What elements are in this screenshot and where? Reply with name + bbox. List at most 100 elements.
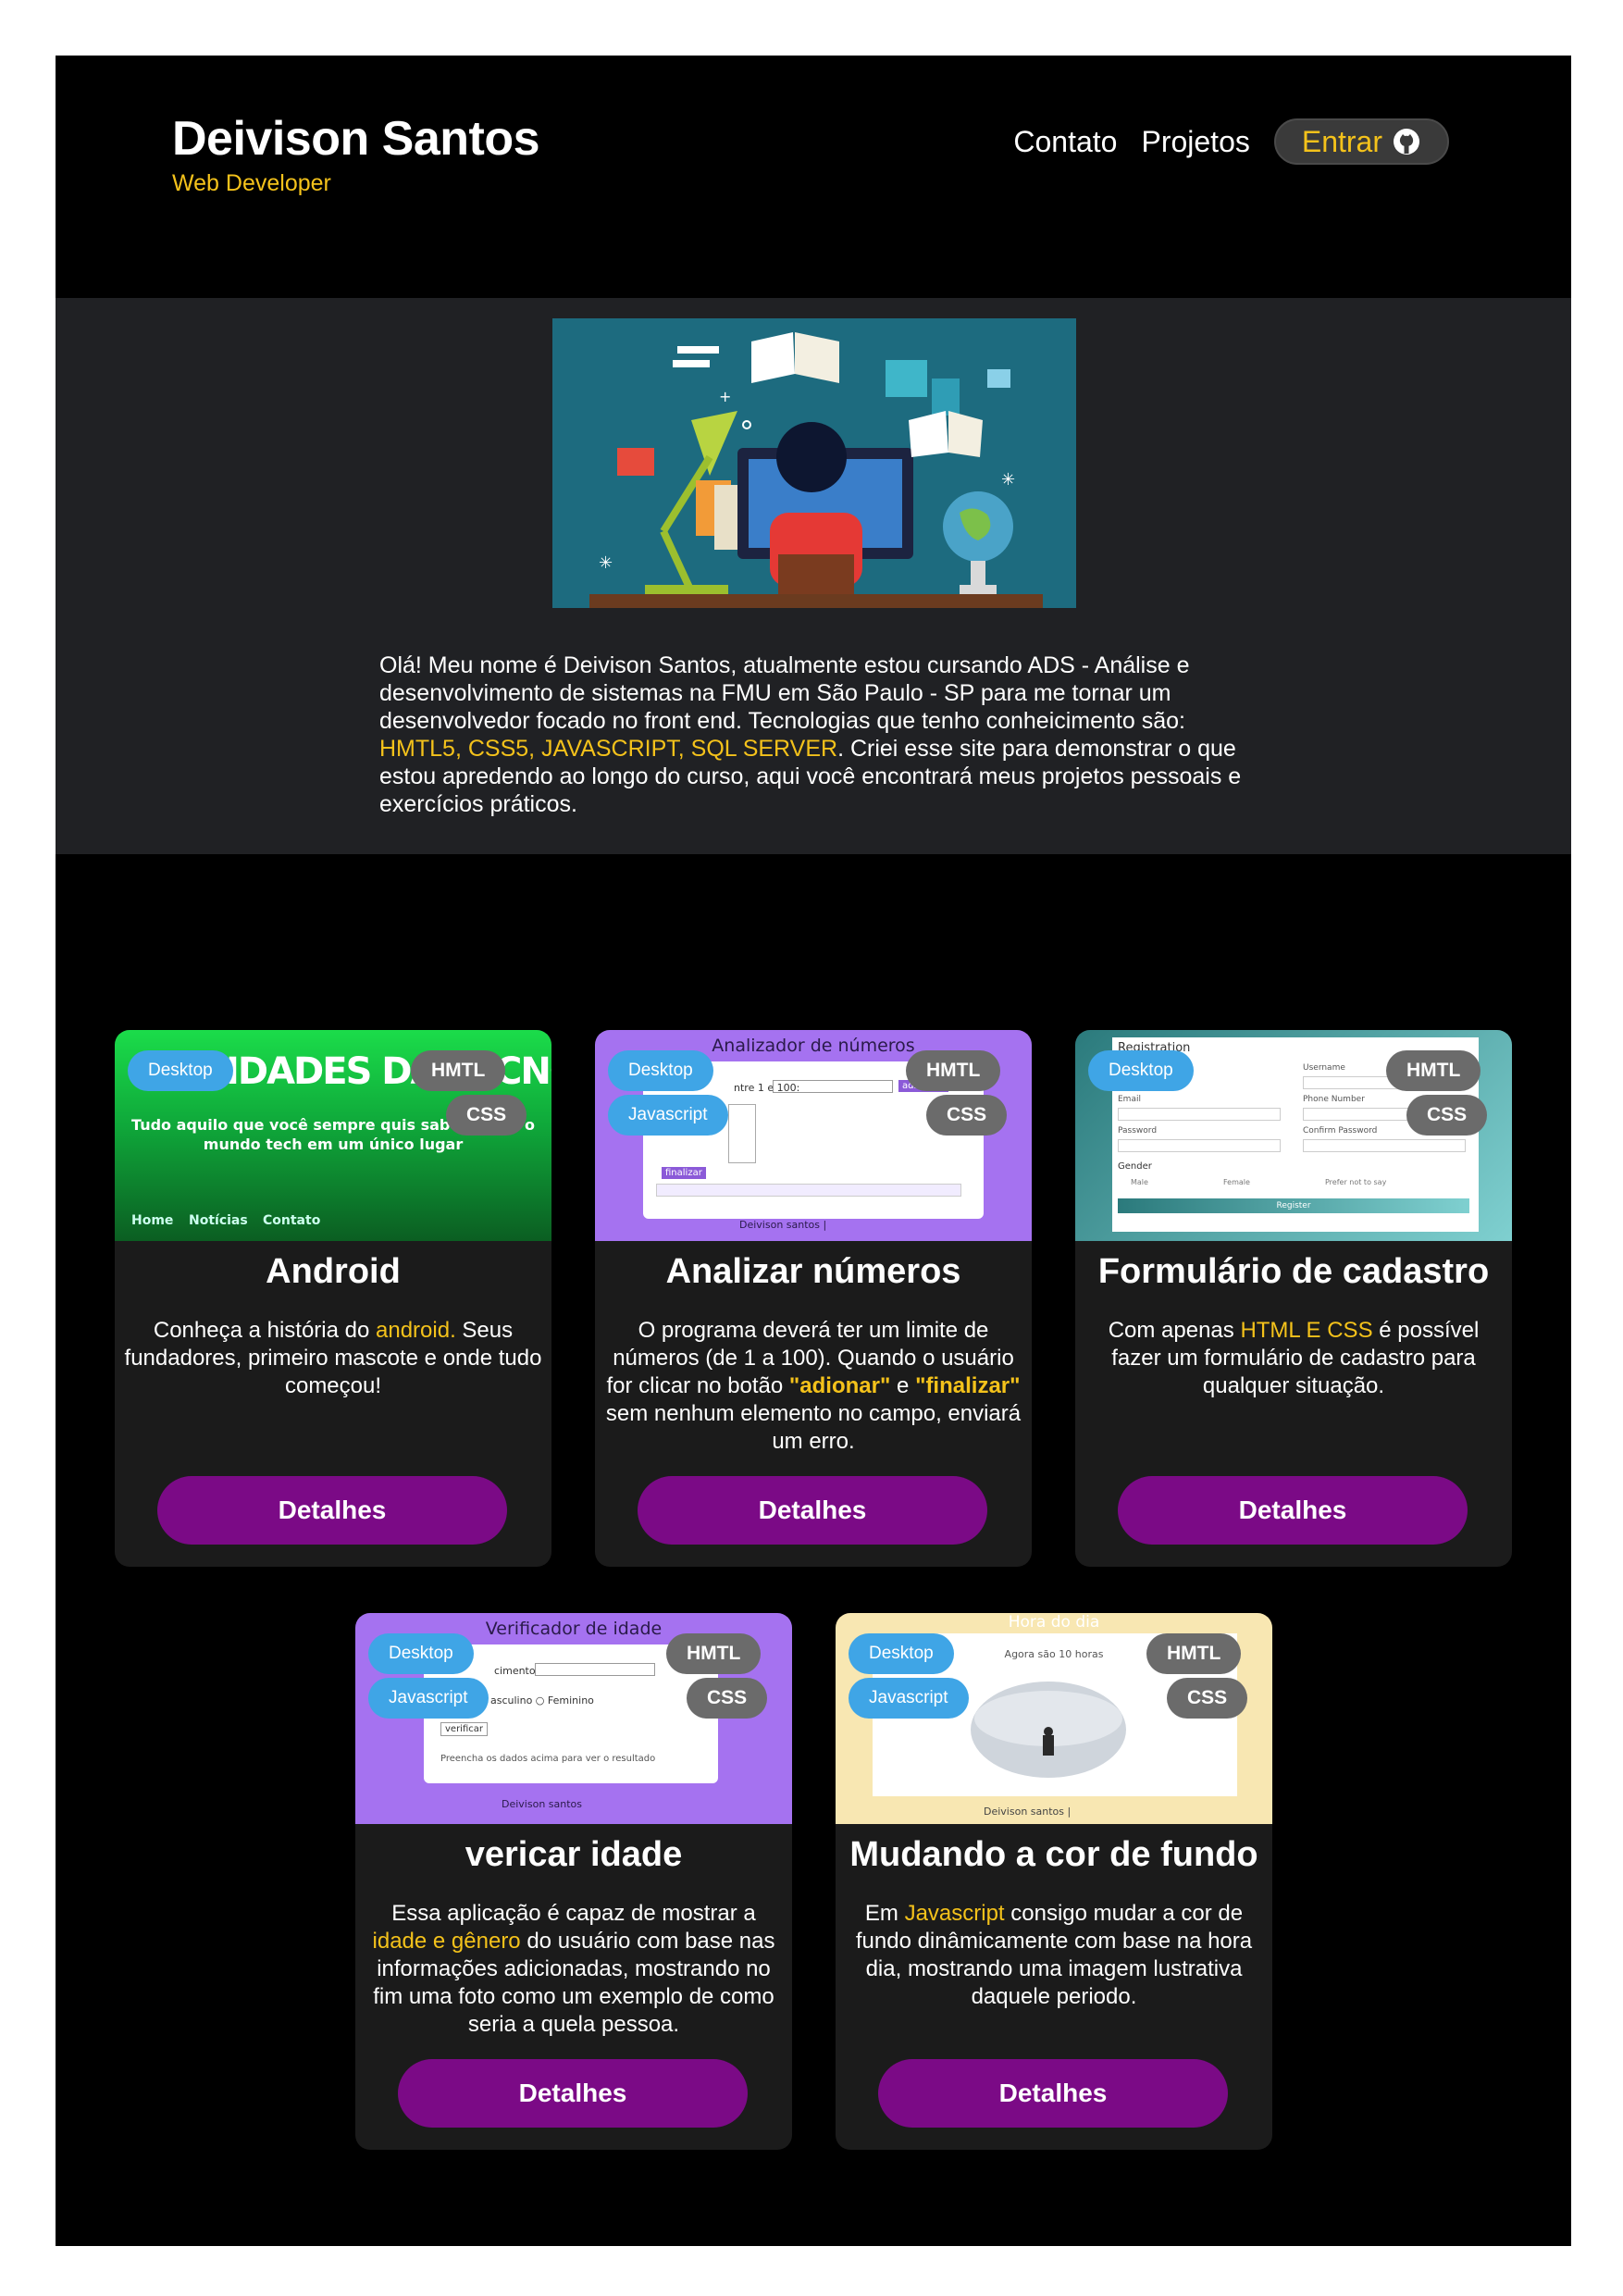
tag-javascript: Javascript — [849, 1678, 969, 1719]
desc-text: Essa aplicação é capaz de mostrar a — [391, 1901, 756, 1926]
project-title: Analizar números — [665, 1252, 961, 1291]
tag-javascript: Javascript — [368, 1678, 489, 1719]
project-title: Android — [266, 1252, 401, 1291]
tag-javascript: Javascript — [608, 1095, 728, 1136]
site-header: Deivison Santos Web Developer Contato Pr… — [56, 56, 1571, 298]
tag-desktop: Desktop — [849, 1633, 954, 1674]
svg-text:✳: ✳ — [1001, 470, 1015, 490]
preview-footer: Deivison santos | — [984, 1806, 1072, 1818]
details-button[interactable]: Detalhes — [1118, 1476, 1468, 1545]
project-card-android: IDADES DA TECNOLOGIA Tudo aquilo que voc… — [115, 1030, 551, 1567]
desc-text: Em — [864, 1901, 905, 1926]
preview-footer: Deivison santos — [502, 1798, 583, 1810]
github-icon — [1394, 129, 1419, 155]
tag-css: CSS — [1406, 1095, 1488, 1136]
tag-css: CSS — [1167, 1678, 1248, 1719]
tag-css: CSS — [926, 1095, 1008, 1136]
project-preview-verificar-idade: Verificador de idade cimento asculino ○ … — [355, 1613, 792, 1824]
svg-text:✳: ✳ — [599, 553, 613, 573]
details-button[interactable]: Detalhes — [398, 2059, 748, 2128]
tag-html: HMTL — [1146, 1633, 1242, 1674]
desc-text: Com apenas — [1108, 1318, 1241, 1343]
project-card-formulario: Registration Username Email Phone Number… — [1075, 1030, 1512, 1567]
project-description: Conheça a história do android. Seus fund… — [124, 1317, 542, 1400]
preview-input — [1118, 1108, 1281, 1121]
preview-birth-input — [535, 1663, 655, 1676]
preview-field-phone: Phone Number — [1303, 1095, 1365, 1104]
page: Deivison Santos Web Developer Contato Pr… — [56, 56, 1571, 2246]
nav-link-contact[interactable]: Contato — [1013, 125, 1117, 159]
preview-register-button: Register — [1118, 1198, 1469, 1213]
project-card-cor-de-fundo: Hora do dia Agora são 10 horas Deivison … — [836, 1613, 1272, 2150]
preview-list — [728, 1104, 756, 1163]
desc-highlight: HTML E CSS — [1240, 1318, 1373, 1343]
preview-nav-news: Notícias — [189, 1213, 248, 1228]
preview-field-password: Password — [1118, 1126, 1158, 1136]
preview-nav-contact: Contato — [263, 1213, 321, 1228]
project-preview-formulario: Registration Username Email Phone Number… — [1075, 1030, 1512, 1241]
preview-gender-female: Female — [1223, 1178, 1250, 1186]
desc-highlight: "adionar" — [788, 1373, 891, 1398]
project-description: O programa deverá ter um limite de númer… — [604, 1317, 1022, 1456]
project-preview-cor-de-fundo: Hora do dia Agora são 10 horas Deivison … — [836, 1613, 1272, 1824]
tag-html: HMTL — [666, 1633, 762, 1674]
tag-desktop: Desktop — [608, 1050, 713, 1091]
preview-number-input — [773, 1080, 893, 1093]
project-title: vericar idade — [465, 1835, 683, 1874]
desc-text: sem nenhum elemento no campo, enviará um… — [605, 1401, 1022, 1454]
tag-desktop: Desktop — [368, 1633, 474, 1674]
site-owner-name: Deivison Santos — [172, 112, 540, 166]
details-button[interactable]: Detalhes — [878, 2059, 1228, 2128]
desc-highlight: android. — [376, 1318, 456, 1343]
nav-link-projects[interactable]: Projetos — [1141, 125, 1249, 159]
project-description: Em Javascript consigo mudar a cor de fun… — [845, 1900, 1263, 2011]
site-owner-role: Web Developer — [172, 170, 331, 196]
preview-footer: Deivison santos | — [739, 1219, 827, 1231]
preview-nav-home: Home — [131, 1213, 174, 1228]
login-button[interactable]: Entrar — [1273, 118, 1449, 165]
tag-html: HMTL — [906, 1050, 1001, 1091]
desc-highlight: "finalizar" — [915, 1373, 1021, 1398]
tag-css: CSS — [687, 1678, 768, 1719]
tag-desktop: Desktop — [1088, 1050, 1194, 1091]
project-preview-analizar-numeros: Analizador de números ntre 1 e 100: adic… — [595, 1030, 1032, 1241]
preview-finish-button: finalizar — [662, 1167, 706, 1179]
project-description: Essa aplicação é capaz de mostrar a idad… — [365, 1900, 783, 2039]
preview-field-confirm: Confirm Password — [1303, 1126, 1378, 1136]
preview-gender-none: Prefer not to say — [1325, 1178, 1387, 1186]
preview-heading: Hora do dia — [1008, 1613, 1100, 1632]
preview-photo — [971, 1682, 1126, 1778]
svg-text:+: + — [719, 388, 731, 405]
tag-css: CSS — [446, 1095, 527, 1136]
desc-text: Conheça a história do — [153, 1318, 377, 1343]
bio-technologies: HMTL5, CSS5, JAVASCRIPT, SQL SERVER — [379, 736, 838, 762]
desc-text: e — [890, 1373, 916, 1398]
project-description: Com apenas HTML E CSS é possível fazer u… — [1084, 1317, 1503, 1400]
login-button-label: Entrar — [1301, 124, 1382, 158]
details-button[interactable]: Detalhes — [638, 1476, 987, 1545]
preview-gender-male: Male — [1131, 1178, 1148, 1186]
details-button[interactable]: Detalhes — [157, 1476, 507, 1545]
project-preview-android: IDADES DA TECNOLOGIA Tudo aquilo que voc… — [115, 1030, 551, 1241]
preview-gender-label: Gender — [1118, 1161, 1152, 1172]
preview-birth-label: cimento — [494, 1665, 536, 1677]
student-illustration: ✳ ✳ + — [552, 318, 1076, 608]
project-card-analizar-numeros: Analizador de números ntre 1 e 100: adic… — [595, 1030, 1032, 1567]
preview-result — [656, 1184, 961, 1197]
preview-field-email: Email — [1118, 1095, 1141, 1104]
tag-html: HMTL — [1386, 1050, 1481, 1091]
project-card-verificar-idade: Verificador de idade cimento asculino ○ … — [355, 1613, 792, 2150]
main-nav: Contato Projetos Entrar — [1013, 118, 1449, 165]
tag-desktop: Desktop — [128, 1050, 233, 1091]
preview-verify-button: verificar — [440, 1722, 488, 1736]
project-title: Mudando a cor de fundo — [849, 1835, 1258, 1874]
preview-input — [1118, 1139, 1281, 1152]
preview-field-username: Username — [1303, 1063, 1345, 1073]
preview-sex-options: asculino ○ Feminino — [490, 1694, 594, 1706]
about-section: ✳ ✳ + Olá! Meu nome é Deivison Santos, a… — [56, 298, 1571, 854]
bio-text: Olá! Meu nome é Deivison Santos, atualme… — [379, 652, 1258, 818]
tag-html: HMTL — [411, 1050, 506, 1091]
preview-hint: Preencha os dados acima para ver o resul… — [440, 1754, 656, 1764]
desc-highlight: idade e gênero — [372, 1929, 521, 1954]
project-title: Formulário de cadastro — [1097, 1252, 1490, 1291]
